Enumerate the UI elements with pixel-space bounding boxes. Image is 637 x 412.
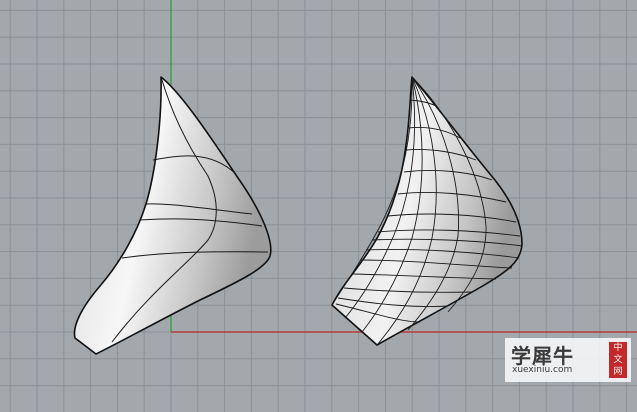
seal-char: 中 [613, 343, 623, 353]
watermark-seal: 中 文 网 [609, 342, 627, 378]
seal-char: 网 [613, 367, 623, 377]
nurbs-surface-left[interactable] [73, 76, 272, 355]
seal-char: 文 [613, 355, 623, 365]
rhino-viewport[interactable]: 学犀牛 xuexiniu.com 中 文 网 [0, 0, 637, 412]
watermark-url: xuexiniu.com [512, 365, 573, 375]
surface-left-body[interactable] [73, 76, 272, 355]
site-watermark: 学犀牛 xuexiniu.com 中 文 网 [505, 338, 631, 382]
